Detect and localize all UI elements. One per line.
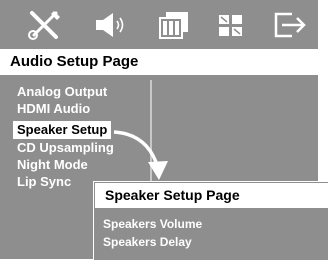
submenu-item-speakers-volume[interactable]: Speakers Volume <box>103 217 202 231</box>
submenu-item-speakers-delay[interactable]: Speakers Delay <box>103 235 192 249</box>
speaker-setup-submenu: Speaker Setup Page Speakers Volume Speak… <box>93 181 328 260</box>
page-title-bar: Audio Setup Page <box>0 49 318 75</box>
menu-item-lip-sync[interactable]: Lip Sync <box>17 173 71 191</box>
preference-grid-icon[interactable] <box>211 9 251 41</box>
speaker-audio-icon[interactable] <box>92 9 132 41</box>
submenu-arrow-icon <box>113 130 168 180</box>
menu-item-analog-output[interactable]: Analog Output <box>17 83 107 101</box>
menu-item-cd-upsampling[interactable]: CD Upsampling <box>17 139 114 157</box>
exit-icon[interactable] <box>270 9 310 41</box>
page-title: Audio Setup Page <box>10 53 139 70</box>
menu-item-hdmi-audio[interactable]: HDMI Audio <box>17 100 90 118</box>
menu-item-night-mode[interactable]: Night Mode <box>17 156 88 174</box>
toolbar <box>0 0 318 48</box>
submenu-title: Speaker Setup Page <box>105 187 240 203</box>
settings-tools-icon[interactable] <box>26 9 66 41</box>
menu-item-speaker-setup[interactable]: Speaker Setup <box>13 121 112 139</box>
submenu-title-bar: Speaker Setup Page <box>95 183 328 208</box>
film-video-icon[interactable] <box>154 9 194 41</box>
